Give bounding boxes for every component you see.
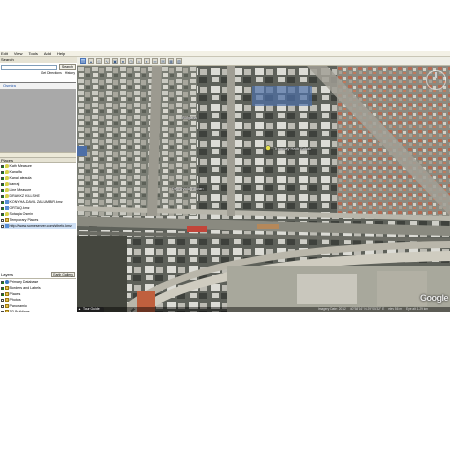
checkbox[interactable] [1, 286, 4, 290]
search-input[interactable] [1, 64, 57, 70]
placemark-icon[interactable]: ▴ [88, 58, 94, 64]
search-links: Get Directions History [0, 71, 77, 76]
layers-tree: Primary Database Borders and Labels Places… [0, 279, 76, 312]
folder-icon [5, 286, 9, 290]
sidebar-toggle-icon[interactable]: ▤ [80, 58, 86, 64]
pin-icon [5, 212, 9, 216]
folder-icon [5, 310, 9, 312]
search-row: Search [0, 63, 77, 71]
pin-icon [5, 194, 9, 198]
pin-icon [5, 164, 9, 168]
sun-icon[interactable]: ☼ [136, 58, 142, 64]
menu-tools[interactable]: Tools [29, 51, 38, 56]
search-button[interactable]: Search [58, 64, 76, 70]
menu-edit[interactable]: Edit [1, 51, 8, 56]
pin-icon [5, 176, 9, 180]
imagery-date: Imagery Date: 2012 [317, 307, 346, 311]
layers-tabs: Layers Earth Gallery [0, 271, 76, 279]
google-earth-window: Edit View Tools Add Help Search Search G… [0, 51, 450, 312]
tour-guide-button[interactable]: Tour Guide [77, 307, 104, 312]
kml-icon [5, 200, 9, 204]
overlay-icon[interactable]: ▣ [112, 58, 118, 64]
print-icon[interactable]: ▦ [168, 58, 174, 64]
checkbox[interactable] [1, 212, 4, 216]
pin-icon [5, 182, 9, 186]
checkbox[interactable] [1, 218, 4, 222]
map-toolbar: ▤ ▴ ◇ ∿ ▣ ● ◷ ☼ ◐ ═ ✉ ▦ ▧ [77, 57, 450, 66]
folder-icon [5, 298, 9, 302]
checkbox[interactable] [1, 176, 4, 180]
get-directions-link[interactable]: Get Directions [41, 71, 62, 76]
checkbox[interactable] [1, 304, 4, 308]
email-icon[interactable]: ✉ [160, 58, 166, 64]
checkbox[interactable] [1, 280, 4, 284]
places-panel-header[interactable]: Places [0, 157, 76, 163]
pin-icon [5, 188, 9, 192]
eye-altitude-readout: Eye alt 1.29 km [406, 307, 428, 311]
google-logo: Google [420, 293, 449, 303]
maps-icon[interactable]: ▧ [176, 58, 182, 64]
map-label-street: Tramvay Hattı Sokak [274, 146, 312, 151]
layers-header-label[interactable]: Layers [1, 272, 13, 277]
checkbox[interactable] [1, 224, 4, 228]
menu-help[interactable]: Help [57, 51, 65, 56]
planets-icon[interactable]: ◐ [144, 58, 150, 64]
checkbox[interactable] [1, 182, 4, 186]
places-item-label: http://www.someserver.com/sthefo.kmz [9, 224, 72, 228]
places-header-label: Places [1, 158, 14, 163]
kml-icon [5, 206, 9, 210]
map-label-boulevard: Demiryolu Bulvarı [172, 186, 204, 191]
polygon-icon[interactable]: ◇ [96, 58, 102, 64]
menu-add[interactable]: Add [44, 51, 51, 56]
checkbox[interactable] [1, 188, 4, 192]
globe-icon [5, 280, 9, 284]
places-item[interactable]: http://www.someserver.com/sthefo.kmz [1, 223, 76, 229]
folder-icon [5, 292, 9, 296]
ruler-icon[interactable]: ═ [152, 58, 158, 64]
folder-icon [5, 218, 9, 222]
earth-gallery-button[interactable]: Earth Gallery [51, 272, 75, 277]
path-icon[interactable]: ∿ [104, 58, 110, 64]
places-tree: Kath Measure Kanalfa Kanal ateaula kanraj Li… [0, 163, 76, 229]
satellite-imagery [77, 66, 450, 312]
places-panel: Places Kath Measure Kanalfa Kanal ateaula k… [0, 157, 76, 267]
coordinates-readout: 40°58'16" N 29°05'32" E [349, 307, 385, 311]
checkbox[interactable] [1, 200, 4, 204]
navigation-compass[interactable] [426, 70, 446, 90]
layers-item-label: 3D Buildings [9, 310, 30, 312]
map-view[interactable]: Bulgaria Tramvay Hattı Sokak Demiryolu B… [77, 66, 450, 312]
checkbox[interactable] [1, 194, 4, 198]
folder-icon [5, 304, 9, 308]
record-tour-icon[interactable]: ● [120, 58, 126, 64]
checkbox[interactable] [1, 164, 4, 168]
layers-item[interactable]: 3D Buildings [1, 309, 76, 312]
search-results: Osmira [0, 82, 76, 153]
checkbox[interactable] [1, 170, 4, 174]
sidebar: Search Search Get Directions History Osm… [0, 57, 78, 312]
pin-icon [5, 170, 9, 174]
checkbox[interactable] [1, 310, 4, 312]
history-icon[interactable]: ◷ [128, 58, 134, 64]
search-result-item[interactable]: Osmira [0, 83, 76, 89]
elevation-readout: elev 56 m [388, 307, 403, 311]
layers-panel: Layers Earth Gallery Primary Database Bor… [0, 271, 76, 312]
checkbox[interactable] [1, 298, 4, 302]
kml-icon [5, 224, 9, 228]
map-status-bar: Imagery Date: 2012 40°58'16" N 29°05'32"… [77, 307, 450, 312]
map-label-district: Bulgaria [182, 115, 197, 120]
checkbox[interactable] [1, 206, 4, 210]
checkbox[interactable] [1, 292, 4, 296]
menu-view[interactable]: View [14, 51, 23, 56]
history-link[interactable]: History [65, 71, 75, 76]
